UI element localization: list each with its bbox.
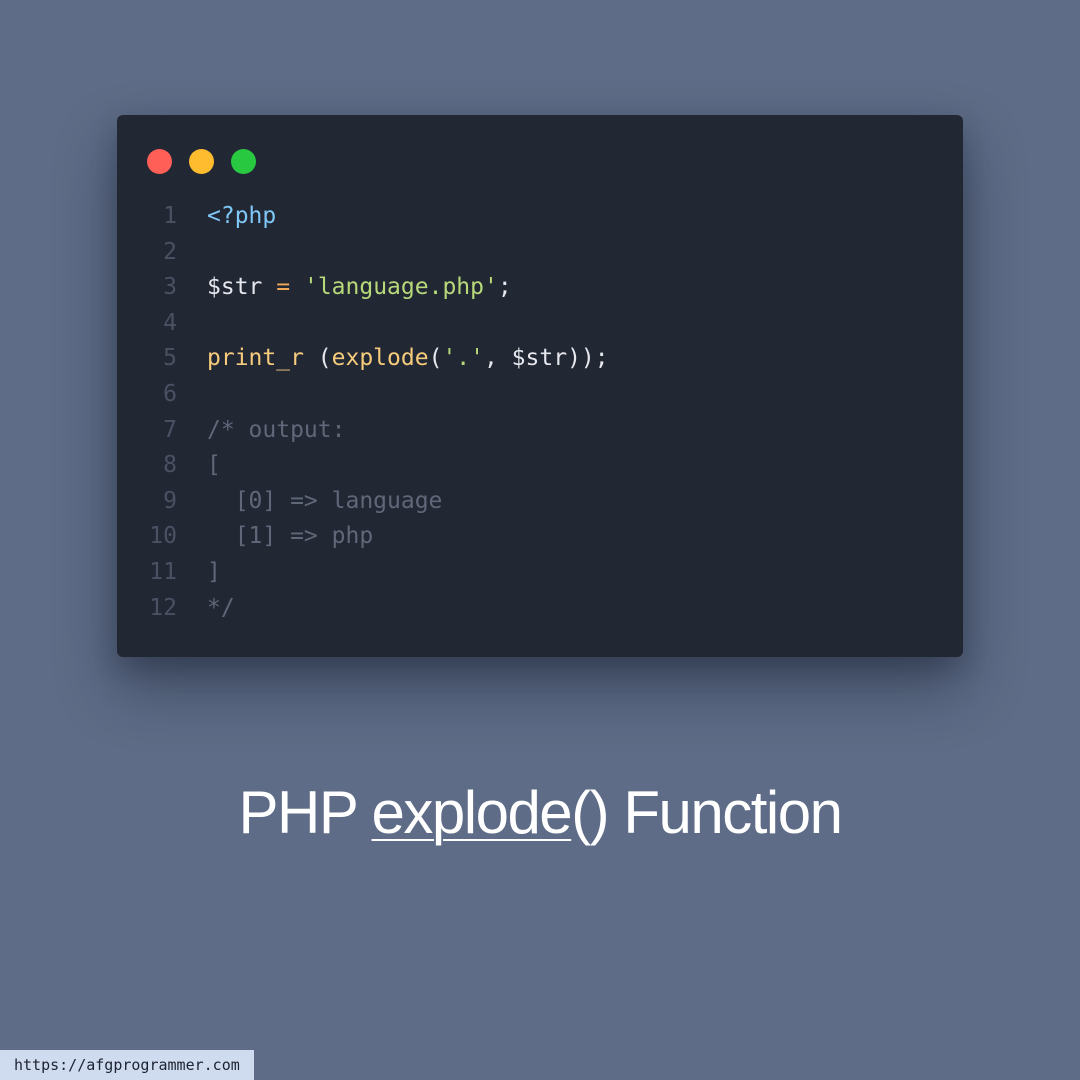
code-token: [0] => language — [207, 487, 443, 514]
line-number: 1 — [163, 203, 177, 229]
code-token: ; — [497, 274, 512, 301]
line-number: 10 — [149, 523, 177, 550]
code-token: print_r — [207, 345, 304, 372]
code-line: 3 $str = 'language.php'; — [117, 270, 963, 306]
code-line: 2 — [117, 235, 963, 271]
caption-title: PHP explode() Function — [0, 778, 1080, 847]
maximize-button[interactable] — [231, 149, 256, 174]
line-number: 2 — [163, 238, 177, 265]
code-token: , $str)); — [483, 345, 609, 372]
code-line: 6 — [117, 377, 963, 413]
line-source: ] — [207, 555, 221, 591]
line-source: print_r (explode('.', $str)); — [207, 341, 609, 377]
code-token: ( — [303, 345, 332, 372]
line-number: 12 — [149, 594, 177, 621]
code-editor-window: 1 <?php 2 3 $str = 'language.php'; 4 5 print_r … — [117, 115, 963, 657]
code-token: explode — [331, 345, 429, 372]
code-token: = — [276, 274, 291, 301]
code-block: 1 <?php 2 3 $str = 'language.php'; 4 5 print_r … — [117, 199, 963, 626]
code-token: ] — [207, 558, 221, 585]
line-source: /* output: — [207, 413, 345, 449]
line-source: $str = 'language.php'; — [207, 270, 512, 306]
code-token: ( — [428, 345, 443, 372]
line-number: 4 — [163, 309, 177, 336]
line-source: */ — [207, 591, 235, 627]
line-number: 3 — [163, 274, 177, 301]
line-source: <?php — [207, 199, 276, 235]
code-line: 11] — [117, 555, 963, 591]
code-line: 12 */ — [117, 591, 963, 627]
line-source: [0] => language — [207, 484, 443, 520]
caption-prefix: PHP — [238, 779, 372, 846]
code-line: 4 — [117, 306, 963, 342]
code-token: 'language.php' — [303, 274, 498, 301]
code-line: 7 /* output: — [117, 413, 963, 449]
line-number: 9 — [163, 487, 177, 514]
code-line: 5 print_r (explode('.', $str)); — [117, 341, 963, 377]
code-token: '.' — [442, 345, 484, 372]
code-token: /* output: — [207, 416, 346, 443]
caption-function-name: explode — [371, 779, 573, 846]
minimize-button[interactable] — [189, 149, 214, 174]
code-token: [1] => php — [207, 523, 374, 550]
code-line: 1 <?php — [117, 199, 963, 235]
code-line: 10 [1] => php — [117, 519, 963, 555]
caption-suffix: () Function — [571, 779, 843, 846]
line-number: 7 — [163, 416, 177, 443]
line-source: [ — [207, 448, 221, 484]
website-url: https://afgprogrammer.com — [0, 1050, 254, 1080]
code-token: [ — [207, 452, 221, 479]
line-number: 11 — [149, 558, 177, 585]
code-token: $str — [207, 274, 263, 301]
window-controls — [147, 149, 256, 174]
close-button[interactable] — [147, 149, 172, 174]
line-number: 5 — [163, 345, 177, 372]
line-source: [1] => php — [207, 519, 373, 555]
code-token: */ — [207, 594, 235, 621]
code-line: 8[ — [117, 448, 963, 484]
code-line: 9 [0] => language — [117, 484, 963, 520]
code-token: <?php — [207, 203, 277, 229]
line-number: 8 — [163, 452, 177, 479]
line-number: 6 — [163, 380, 177, 407]
